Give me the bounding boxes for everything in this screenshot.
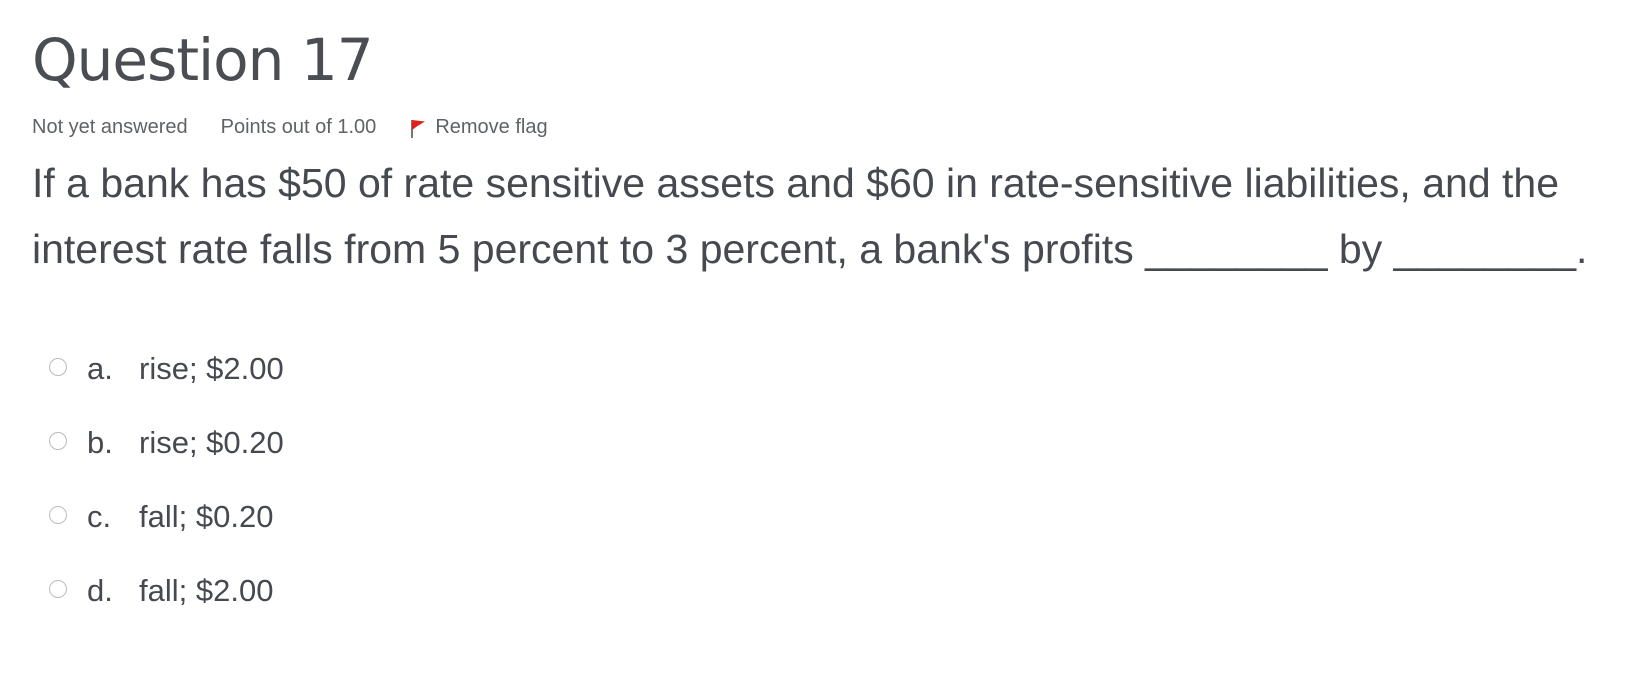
question-text: If a bank has $50 of rate sensitive asse… (32, 160, 1588, 272)
remove-flag-label: Remove flag (435, 116, 548, 138)
answer-letter: c. (87, 499, 112, 534)
answer-radio-d[interactable] (49, 580, 67, 598)
answer-radio-b[interactable] (49, 432, 67, 450)
answer-letter: b. (87, 425, 113, 460)
question-grade: Points out of 1.00 (220, 116, 377, 138)
question-title: Question 17 (32, 26, 374, 94)
answer-text[interactable]: fall; $2.00 (139, 572, 273, 610)
answer-radio-a[interactable] (49, 358, 67, 376)
answer-letter: d. (87, 573, 113, 608)
remove-flag-link[interactable]: Remove flag (409, 116, 548, 139)
answer-text[interactable]: rise; $0.20 (139, 424, 284, 462)
answer-text[interactable]: rise; $2.00 (139, 350, 284, 388)
question-info: Not yet answered Points out of 1.00 Remo… (32, 116, 548, 139)
answer-letter: a. (87, 351, 113, 386)
flag-icon (409, 117, 427, 139)
question-state: Not yet answered (32, 116, 188, 138)
answer-text[interactable]: fall; $0.20 (139, 498, 273, 536)
answer-radio-c[interactable] (49, 506, 67, 524)
